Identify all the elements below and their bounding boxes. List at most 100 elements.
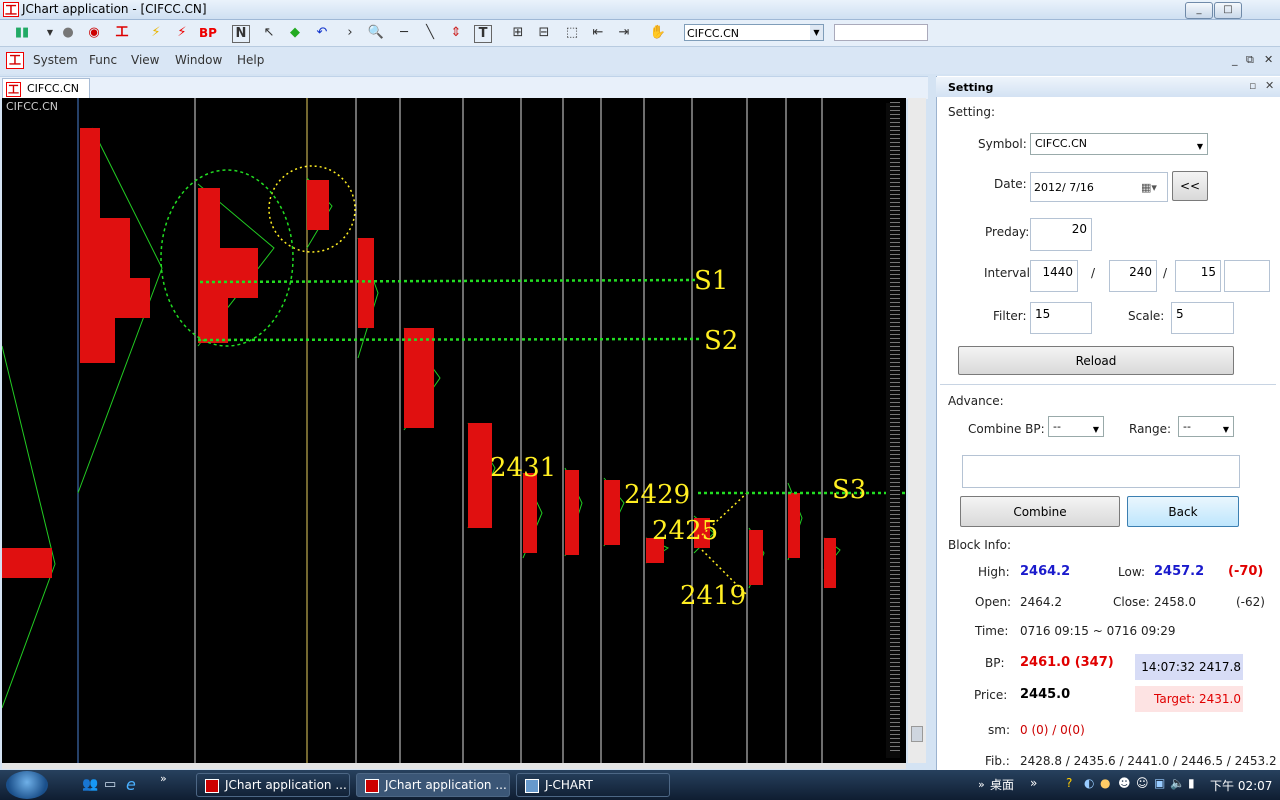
desktop-toolbar[interactable]: 桌面 xyxy=(990,776,1014,793)
cube-icon[interactable]: ◆ xyxy=(285,23,305,43)
price-tick xyxy=(890,242,900,243)
search-icon[interactable]: 🔍 xyxy=(366,23,386,43)
record-icon[interactable]: ◉ xyxy=(84,23,104,43)
bp-label: BP: xyxy=(985,656,1005,670)
mdi-restore-button[interactable]: ⧉ xyxy=(1246,53,1254,67)
undo-icon[interactable]: ↶ xyxy=(312,23,332,43)
symbol-select[interactable]: CIFCC.CN ▼ xyxy=(1030,133,1208,155)
interval-input-1[interactable]: 1440 xyxy=(1030,260,1078,292)
scroll-thumb[interactable] xyxy=(911,726,923,742)
combine-bp-select[interactable]: -- ▼ xyxy=(1048,416,1104,437)
date-picker[interactable]: 2012/ 7/16 ▦▾ xyxy=(1030,172,1168,202)
price-tick xyxy=(890,442,900,443)
menu-system[interactable]: System xyxy=(33,53,78,67)
forward-icon[interactable]: ⇥ xyxy=(614,23,634,43)
desktop-chevron-icon[interactable]: » xyxy=(1030,776,1037,790)
price-tick xyxy=(890,626,900,627)
high-value: 2464.2 xyxy=(1020,564,1071,579)
menu-view[interactable]: View xyxy=(131,53,159,67)
lightning-yellow-icon[interactable]: ⚡ xyxy=(146,23,166,43)
tray-app-icon[interactable]: ● xyxy=(1100,776,1110,790)
task-j-chart[interactable]: J-CHART xyxy=(516,773,670,797)
menu-func[interactable]: Func xyxy=(89,53,117,67)
text-tool-button[interactable]: T xyxy=(474,25,492,43)
filter-input[interactable]: 15 xyxy=(1030,302,1092,334)
interval-input-2[interactable]: 240 xyxy=(1109,260,1157,292)
quicklaunch-desktop-icon[interactable]: ▭ xyxy=(104,777,116,792)
price-tick xyxy=(890,750,900,751)
n-button[interactable]: N xyxy=(232,25,250,43)
hand-icon[interactable]: ✋ xyxy=(648,23,668,43)
lightning-red-icon[interactable]: ⚡ xyxy=(172,23,192,43)
chevron-down-icon: ▼ xyxy=(1196,142,1203,151)
price-tick xyxy=(890,566,900,567)
updown-icon[interactable]: ⇕ xyxy=(446,23,466,43)
scale-label: Scale: xyxy=(1128,309,1165,323)
price-tick xyxy=(890,734,900,735)
quicklaunch-users-icon[interactable]: 👥 xyxy=(82,777,98,792)
price-tick xyxy=(890,158,900,159)
zoom-out-icon[interactable]: ⊟ xyxy=(534,23,554,43)
minimize-button[interactable]: _ xyxy=(1185,2,1213,19)
bar-chart-icon[interactable]: ▮▮ xyxy=(12,23,32,43)
back-icon[interactable]: ⇤ xyxy=(588,23,608,43)
quicklaunch-ie-icon[interactable]: e xyxy=(126,775,136,794)
calendar-icon[interactable]: ▦▾ xyxy=(1141,173,1157,203)
chart-area[interactable]: CIFCC.CN S1 S2 S3 2431 2429 2425 2419 xyxy=(2,98,906,763)
tray-overflow-icon[interactable]: » xyxy=(978,778,985,791)
diagonal-line-icon[interactable]: ╲ xyxy=(420,23,440,43)
start-button[interactable] xyxy=(6,771,48,799)
price-tick xyxy=(890,150,900,151)
hline-icon[interactable]: ─ xyxy=(394,23,414,43)
chart-vertical-scrollbar[interactable] xyxy=(908,98,926,763)
quicklaunch-more-icon[interactable]: » xyxy=(160,772,167,785)
menu-window[interactable]: Window xyxy=(175,53,222,67)
tray-qq-icon[interactable]: ☻ xyxy=(1118,776,1131,790)
menu-help[interactable]: Help xyxy=(237,53,264,67)
block-info-label: Block Info: xyxy=(948,538,1012,552)
bp-button[interactable]: BP xyxy=(198,23,218,43)
scale-input[interactable]: 5 xyxy=(1171,302,1234,334)
combine-text-field[interactable] xyxy=(962,455,1240,488)
panel-close-button[interactable]: ✕ xyxy=(1265,79,1274,92)
price-tick xyxy=(890,410,900,411)
date-back-button[interactable]: << xyxy=(1172,171,1208,201)
preday-input[interactable]: 20 xyxy=(1030,218,1092,251)
select-rect-icon[interactable]: ⬚ xyxy=(562,23,582,43)
tray-battery-icon[interactable]: ▮ xyxy=(1188,776,1195,790)
tray-user-icon[interactable]: ☺ xyxy=(1136,776,1149,790)
tray-monitor-icon[interactable]: ▣ xyxy=(1154,776,1165,790)
range-select[interactable]: -- ▼ xyxy=(1178,416,1234,437)
task-jchart-1[interactable]: JChart application ... xyxy=(196,773,350,797)
chevron-down-icon[interactable]: ▼ xyxy=(40,23,60,43)
interval-input-3[interactable]: 15 xyxy=(1175,260,1221,292)
mdi-close-button[interactable]: ✕ xyxy=(1264,53,1273,66)
price-tick xyxy=(890,686,900,687)
pointer-icon[interactable]: ↖ xyxy=(259,23,279,43)
combine-button[interactable]: Combine xyxy=(960,496,1120,527)
price-tick xyxy=(890,506,900,507)
reload-button[interactable]: Reload xyxy=(958,346,1234,375)
back-button[interactable]: Back xyxy=(1127,496,1239,527)
tray-volume-icon[interactable]: 🔈 xyxy=(1170,776,1185,790)
price-tick xyxy=(890,330,900,331)
price-tick xyxy=(890,174,900,175)
toolbar-input[interactable] xyxy=(834,24,928,41)
interval-input-4[interactable] xyxy=(1224,260,1270,292)
maximize-button[interactable]: □ xyxy=(1214,2,1242,19)
tab-cifcc[interactable]: 工 CIFCC.CN xyxy=(2,78,90,99)
symbol-combo[interactable]: CIFCC.CN ▼ xyxy=(684,24,824,41)
panel-float-button[interactable]: ▫ xyxy=(1249,79,1256,92)
task-jchart-2[interactable]: JChart application ... xyxy=(356,773,510,797)
arrow-right-icon[interactable]: › xyxy=(340,23,360,43)
price-tick xyxy=(890,358,900,359)
tray-help-icon[interactable]: ? xyxy=(1066,776,1072,790)
price-tick xyxy=(890,246,900,247)
logo-tool-icon[interactable]: 工 xyxy=(112,23,132,43)
circle-icon[interactable]: ● xyxy=(58,23,78,43)
zoom-in-icon[interactable]: ⊞ xyxy=(508,23,528,43)
mdi-minimize-button[interactable]: _ xyxy=(1232,53,1238,66)
tray-network-icon[interactable]: ◐ xyxy=(1084,776,1094,790)
price-tick xyxy=(890,214,900,215)
chart-horizontal-scrollbar[interactable] xyxy=(2,763,906,769)
